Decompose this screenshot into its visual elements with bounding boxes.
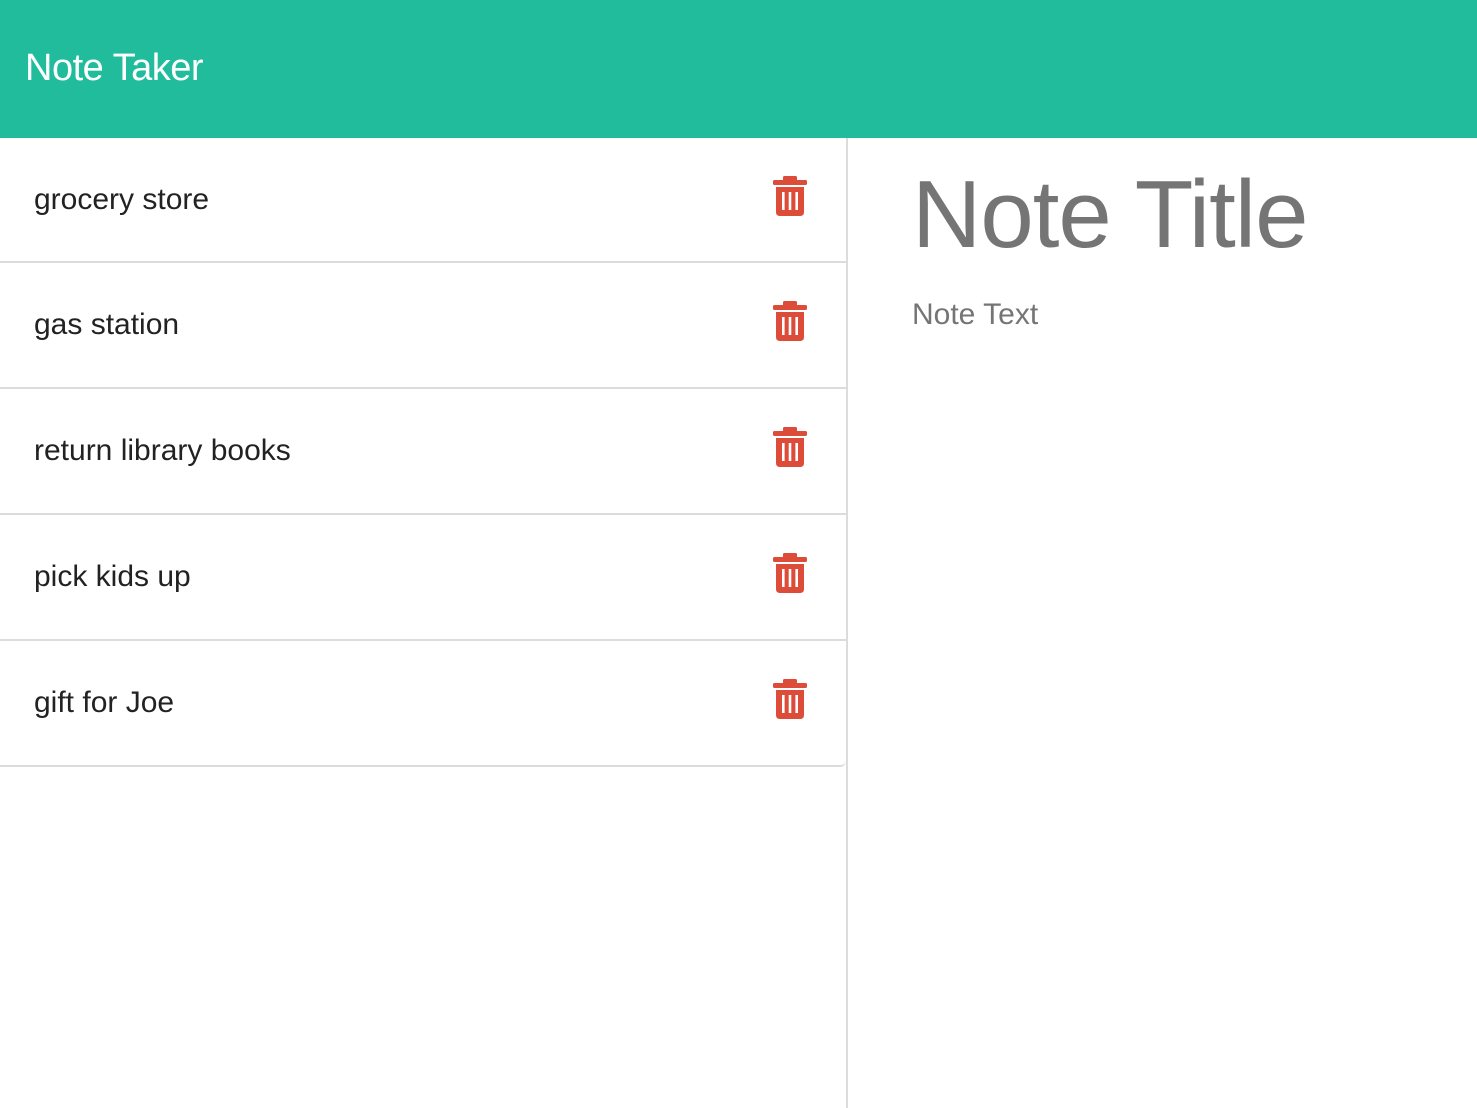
- trash-icon: [773, 176, 807, 216]
- note-item-title: grocery store: [34, 182, 210, 216]
- trash-icon: [773, 553, 807, 593]
- navbar: Note Taker: [0, 0, 1477, 138]
- trash-icon: [773, 427, 807, 467]
- delete-note-button[interactable]: [773, 553, 807, 593]
- note-list-item[interactable]: gift for Joe: [0, 641, 846, 767]
- note-list-item[interactable]: grocery store: [0, 138, 846, 263]
- delete-note-button[interactable]: [773, 301, 807, 341]
- delete-note-button[interactable]: [773, 176, 807, 216]
- note-editor: [912, 150, 1452, 598]
- trash-icon: [773, 301, 807, 341]
- note-list: grocery store gas station return library…: [0, 138, 846, 767]
- note-list-panel: grocery store gas station return library…: [0, 138, 848, 1108]
- note-item-title: gift for Joe: [34, 686, 175, 719]
- brand-title[interactable]: Note Taker: [25, 47, 204, 90]
- delete-note-button[interactable]: [773, 679, 807, 719]
- note-title-input[interactable]: [912, 150, 1452, 280]
- note-text-input[interactable]: [912, 298, 1452, 598]
- note-item-title: gas station: [34, 308, 180, 341]
- trash-icon: [773, 679, 807, 719]
- note-item-title: pick kids up: [34, 560, 191, 593]
- note-list-item[interactable]: return library books: [0, 389, 846, 515]
- delete-note-button[interactable]: [773, 427, 807, 467]
- note-list-item[interactable]: pick kids up: [0, 515, 846, 641]
- note-item-title: return library books: [34, 434, 291, 467]
- note-list-item[interactable]: gas station: [0, 263, 846, 389]
